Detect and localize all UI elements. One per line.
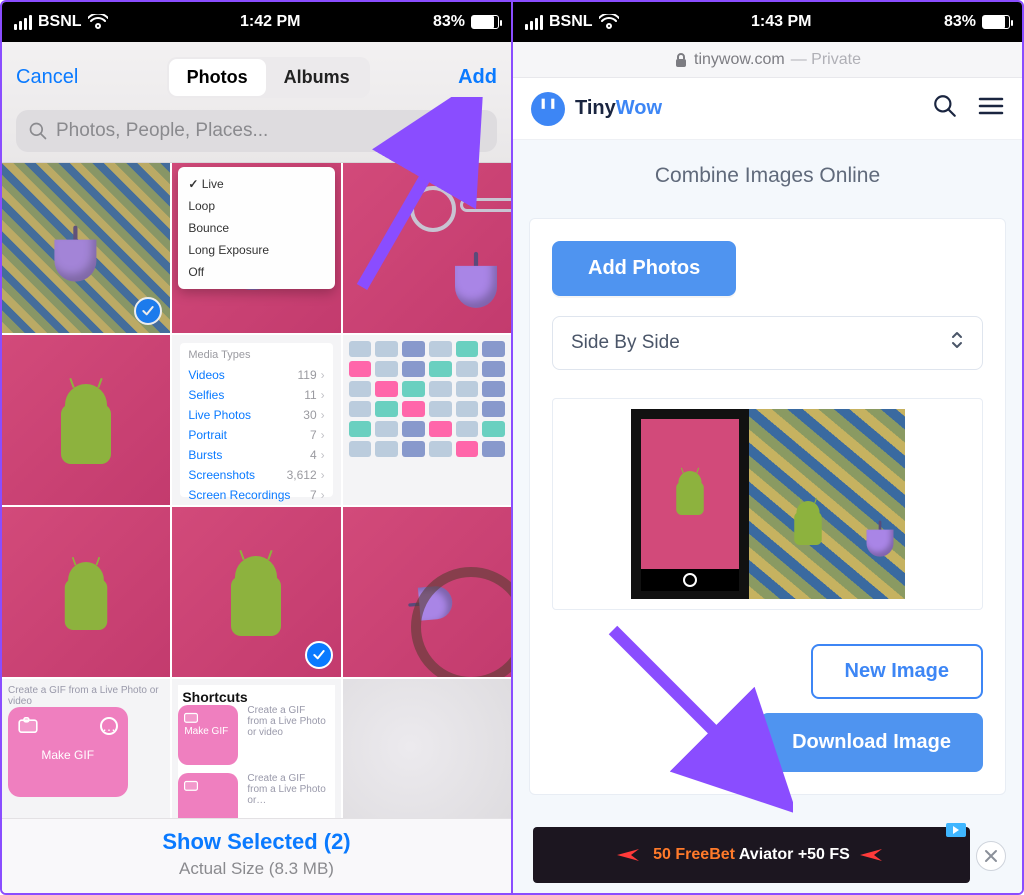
photo-grid: Live Loop Bounce Long Exposure Off Media…: [2, 163, 511, 818]
right-phone: BSNL 1:43 PM 83% tinywow.com — Private ╹…: [513, 2, 1022, 893]
adchoices-icon[interactable]: [946, 823, 966, 837]
shortcut-tile: [178, 773, 238, 818]
photo-thumb[interactable]: Create a GIF from a Live Photo or video …: [2, 679, 170, 818]
select-chevrons-icon: [950, 330, 964, 356]
photo-thumb[interactable]: [343, 679, 511, 818]
cancel-button[interactable]: Cancel: [16, 66, 78, 89]
new-image-button[interactable]: New Image: [811, 644, 983, 699]
photo-thumb[interactable]: Shortcuts Make GIF Create a GIF from a L…: [172, 679, 340, 818]
photo-thumb[interactable]: [2, 163, 170, 333]
select-value: Side By Side: [571, 332, 680, 354]
menu-item[interactable]: Live: [186, 173, 326, 195]
photo-thumb[interactable]: [343, 335, 511, 505]
photo-thumb[interactable]: Media Types Videos119› Selfies11› Live P…: [172, 335, 340, 505]
add-button[interactable]: Add: [458, 66, 497, 89]
layout-select[interactable]: Side By Side: [552, 316, 983, 370]
battery-percent: 83%: [944, 13, 976, 31]
menu-item[interactable]: Bounce: [186, 217, 326, 239]
search-placeholder: Photos, People, Places...: [56, 120, 268, 142]
clock: 1:43 PM: [751, 13, 811, 31]
carrier: BSNL: [549, 13, 593, 31]
download-image-button[interactable]: Download Image: [760, 713, 983, 772]
brand[interactable]: ╹╹ TinyWow: [531, 92, 662, 126]
url-domain: tinywow.com: [694, 51, 785, 69]
ad-close-button[interactable]: [976, 841, 1006, 871]
selected-check-icon: [134, 297, 162, 325]
left-phone: BSNL 1:42 PM 83% Cancel Photos Albums Ad…: [2, 2, 511, 893]
page-body: Combine Images Online Add Photos Side By…: [513, 140, 1022, 893]
tab-photos[interactable]: Photos: [169, 59, 266, 96]
shortcut-tile: Make GIF: [178, 705, 238, 765]
tool-card: Add Photos Side By Side: [529, 218, 1006, 795]
search-icon: [28, 121, 48, 141]
lock-icon: [674, 52, 688, 68]
site-header: ╹╹ TinyWow: [513, 78, 1022, 140]
battery-icon: [471, 15, 499, 29]
private-label: — Private: [791, 51, 861, 69]
photo-thumb[interactable]: [343, 507, 511, 677]
battery-icon: [982, 15, 1010, 29]
status-bar: BSNL 1:43 PM 83%: [513, 2, 1022, 42]
safari-address-bar[interactable]: tinywow.com — Private: [513, 42, 1022, 78]
plane-icon: [615, 845, 645, 865]
photo-thumb[interactable]: Live Loop Bounce Long Exposure Off: [172, 163, 340, 333]
wifi-icon: [599, 14, 619, 30]
menu-item[interactable]: Loop: [186, 195, 326, 217]
carrier: BSNL: [38, 13, 82, 31]
tab-albums[interactable]: Albums: [266, 59, 368, 96]
selected-check-icon: [305, 641, 333, 669]
page-subtitle: Combine Images Online: [529, 164, 1006, 188]
photo-thumb[interactable]: [172, 507, 340, 677]
clock: 1:42 PM: [240, 13, 300, 31]
live-photo-menu[interactable]: Live Loop Bounce Long Exposure Off: [178, 167, 334, 289]
media-types-list: Media Types Videos119› Selfies11› Live P…: [180, 343, 332, 497]
add-photos-button[interactable]: Add Photos: [552, 241, 736, 296]
show-selected-button[interactable]: Show Selected (2): [2, 829, 511, 855]
size-label: Actual Size (8.3 MB): [2, 859, 511, 879]
preview-image: [631, 409, 749, 599]
menu-icon[interactable]: [978, 96, 1004, 121]
picker-footer: Show Selected (2) Actual Size (8.3 MB): [2, 818, 511, 893]
logo-icon: ╹╹: [531, 92, 565, 126]
segmented-control: Photos Albums: [167, 57, 370, 98]
photo-thumb[interactable]: [2, 335, 170, 505]
photo-thumb[interactable]: [2, 507, 170, 677]
search-input[interactable]: Photos, People, Places...: [16, 110, 497, 152]
search-icon[interactable]: [932, 93, 958, 124]
menu-item[interactable]: Off: [186, 261, 326, 283]
plane-icon: [858, 845, 888, 865]
signal-icon: [14, 15, 32, 30]
wifi-icon: [88, 14, 108, 30]
menu-item[interactable]: Long Exposure: [186, 239, 326, 261]
signal-icon: [525, 15, 543, 30]
battery-percent: 83%: [433, 13, 465, 31]
picker-header: Cancel Photos Albums Add Photos, People,…: [2, 42, 511, 163]
app-icons-screenshot: [349, 341, 505, 499]
status-bar: BSNL 1:42 PM 83%: [2, 2, 511, 42]
shortcut-tile: … Make GIF: [8, 707, 128, 797]
preview-image: [749, 409, 905, 599]
photo-thumb[interactable]: [343, 163, 511, 333]
combined-preview: [552, 398, 983, 610]
ad-banner[interactable]: 50 FreeBet Aviator +50 FS: [533, 827, 970, 883]
